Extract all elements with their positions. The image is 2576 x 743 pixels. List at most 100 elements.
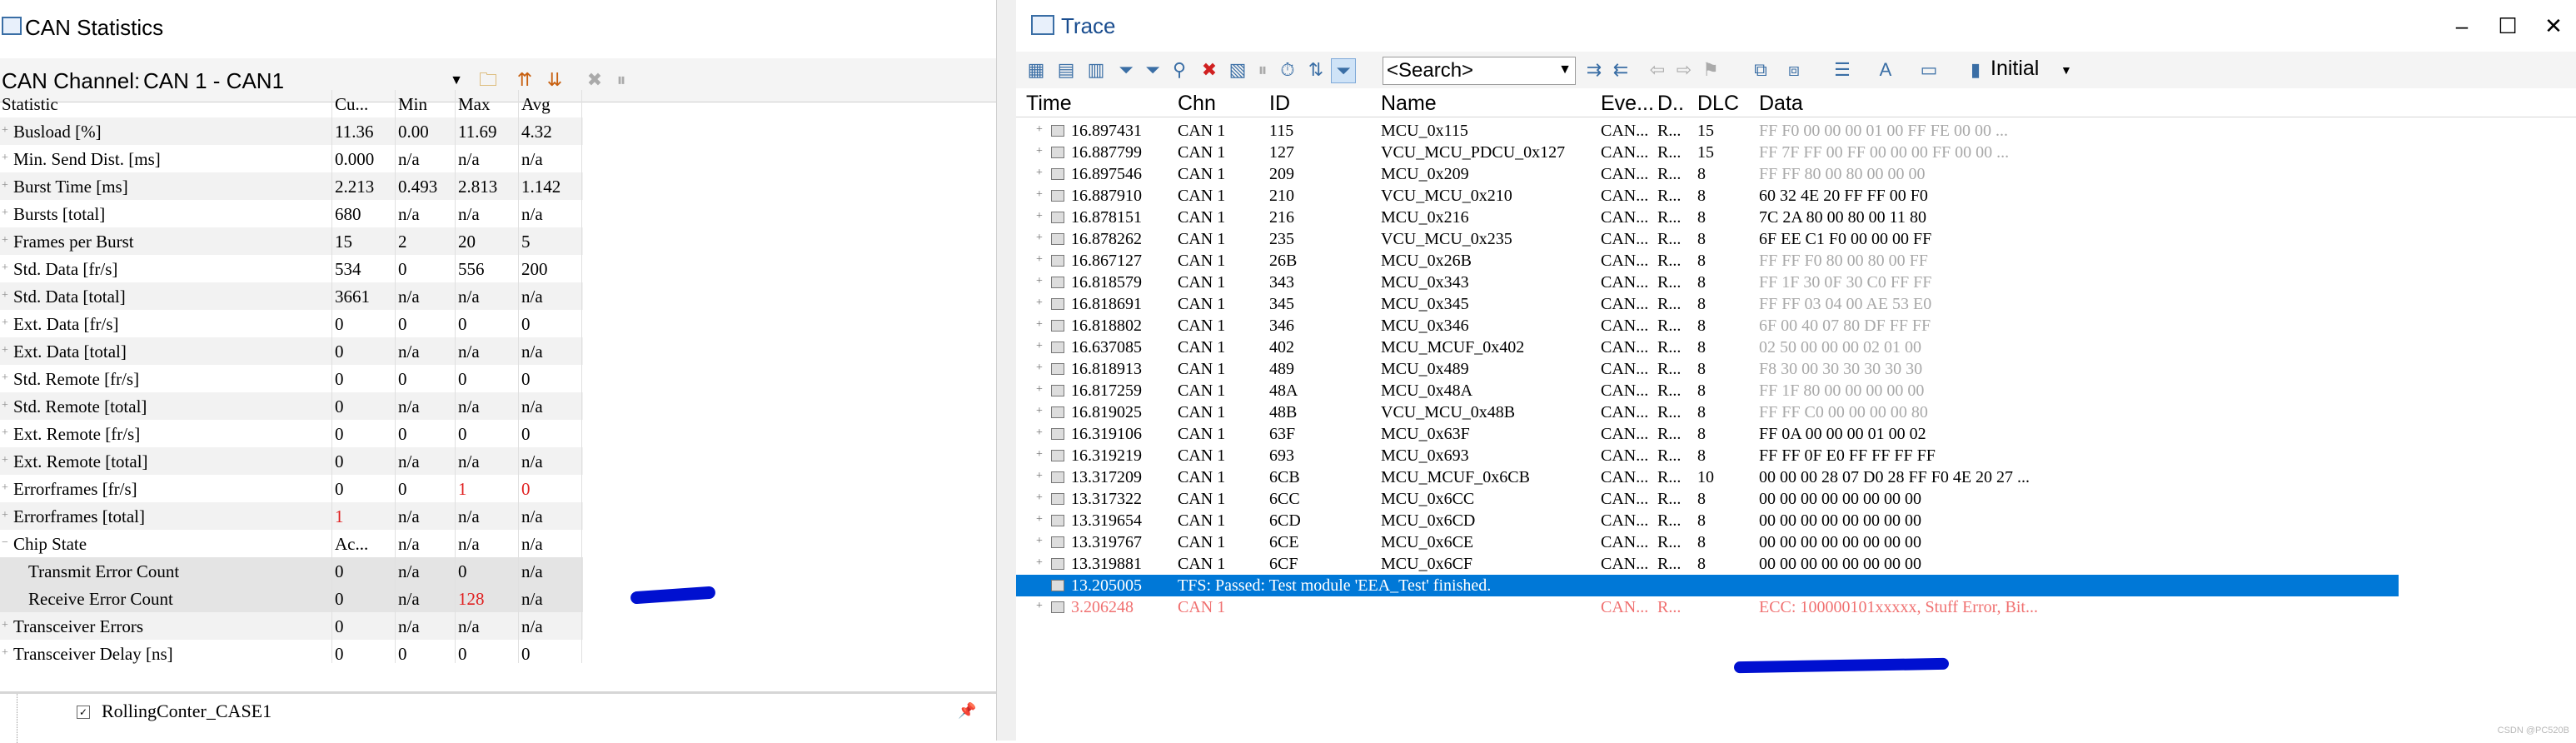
trace-row[interactable]: +16.887799 CAN 1 127 VCU_MCU_PDCU_0x127 CAN.…	[1016, 142, 2399, 163]
expand-icon[interactable]: +	[2, 317, 8, 330]
trace-row[interactable]: +16.818579 CAN 1 343 MCU_0x343 CAN... R... 8 FF…	[1016, 272, 2399, 293]
expand-icon[interactable]: +	[1036, 513, 1043, 526]
expand-icon[interactable]: +	[2, 207, 8, 220]
sort-icon[interactable]: ⇅	[1304, 58, 1328, 82]
statistics-row[interactable]: + Ext. Data [fr/s] 0 0 0 0	[0, 310, 583, 337]
font-size-icon[interactable]: A	[1874, 58, 1897, 82]
trace-row[interactable]: +16.637085 CAN 1 402 MCU_MCUF_0x402 CAN... R.…	[1016, 337, 2399, 358]
folder-icon[interactable]: 🗀	[476, 68, 500, 92]
expand-icon[interactable]: +	[1036, 470, 1043, 483]
expand-icon[interactable]: +	[1036, 426, 1043, 440]
trace-row[interactable]: +16.819025 CAN 1 48B VCU_MCU_0x48B CAN... R..…	[1016, 401, 2399, 423]
statistics-row[interactable]: + Std. Remote [total] 0 n/a n/a n/a	[0, 392, 583, 420]
trace-row-error[interactable]: +3.206248 CAN 1 CAN... R... ECC: 100000101xx…	[1016, 596, 2399, 618]
expand-icon[interactable]: +	[2, 344, 8, 357]
trace-row[interactable]: +13.317209 CAN 1 6CB MCU_MCUF_0x6CB CAN... R.…	[1016, 466, 2399, 488]
expand-icon[interactable]: +	[1036, 145, 1043, 158]
back-icon[interactable]: ⇦	[1646, 58, 1669, 82]
expand-icon[interactable]: +	[2, 619, 8, 632]
trace-row[interactable]: +16.818802 CAN 1 346 MCU_0x346 CAN... R... 8 6F…	[1016, 315, 2399, 337]
header-statistic[interactable]: Statistic	[2, 94, 58, 115]
expand-icon[interactable]: +	[1036, 448, 1043, 461]
expand-icon[interactable]: +	[1036, 340, 1043, 353]
pane-splitter[interactable]	[996, 0, 1018, 741]
columns-icon[interactable]: ☰	[1831, 58, 1854, 82]
statistics-row[interactable]: + Bursts [total] 680 n/a n/a n/a	[0, 200, 583, 227]
maximize-icon[interactable]: ☐	[2491, 12, 2524, 40]
header-name[interactable]: Name	[1381, 92, 1437, 116]
statistics-row[interactable]: + Frames per Burst 15 2 20 5	[0, 227, 583, 255]
expand-icon[interactable]: +	[1036, 232, 1043, 245]
checkbox-icon[interactable]: ✓	[77, 706, 90, 719]
expand-icon[interactable]: +	[2, 454, 8, 467]
trace-row[interactable]: +13.319881 CAN 1 6CF MCU_0x6CF CAN... R... 8 00…	[1016, 553, 2399, 575]
header-data[interactable]: Data	[1759, 92, 1803, 116]
expand-icon[interactable]: +	[2, 234, 8, 247]
trace-row[interactable]: +13.319654 CAN 1 6CD MCU_0x6CD CAN... R... 8 00…	[1016, 510, 2399, 531]
expand-icon[interactable]: +	[1036, 491, 1043, 505]
header-id[interactable]: ID	[1269, 92, 1290, 116]
detail-view-icon[interactable]: ▥	[1084, 58, 1108, 82]
statistics-row[interactable]: + Ext. Remote [fr/s] 0 0 0 0	[0, 420, 583, 447]
expand-icon[interactable]: +	[2, 509, 8, 522]
header-event[interactable]: Eve...	[1601, 92, 1654, 116]
statistics-row[interactable]: + Transceiver Delay [ns] 0 0 0 0	[0, 640, 583, 667]
trace-row-selected[interactable]: 13.205005 TFS: Passed: Test module 'EEA_T…	[1016, 575, 2399, 596]
expand-icon[interactable]: +	[1036, 123, 1043, 137]
expand-icon[interactable]: +	[2, 152, 8, 165]
pin-icon[interactable]: 📌	[958, 702, 976, 720]
search-forward-icon[interactable]: ⇉	[1582, 58, 1606, 82]
statistics-row[interactable]: + Busload [%] 11.36 0.00 11.69 4.32	[0, 117, 583, 145]
trace-row[interactable]: +13.319767 CAN 1 6CE MCU_0x6CE CAN... R... 8 00…	[1016, 531, 2399, 553]
header-avg[interactable]: Avg	[521, 94, 551, 115]
statistics-row[interactable]: + Min. Send Dist. [ms] 0.000 n/a n/a n/a	[0, 145, 583, 172]
header-chn[interactable]: Chn	[1178, 92, 1216, 116]
trace-row[interactable]: +16.867127 CAN 1 26B MCU_0x26B CAN... R... 8 FF…	[1016, 250, 2399, 272]
expand-icon[interactable]: +	[1036, 405, 1043, 418]
trace-row[interactable]: +16.319106 CAN 1 63F MCU_0x63F CAN... R... 8 FF…	[1016, 423, 2399, 445]
expand-icon[interactable]: +	[2, 399, 8, 412]
header-dlc[interactable]: DLC	[1697, 92, 1739, 116]
expand-icon[interactable]: +	[1036, 556, 1043, 570]
expand-icon[interactable]: +	[2, 124, 8, 137]
search-combobox[interactable]: <Search> ▼	[1383, 57, 1576, 85]
expand-icon[interactable]: +	[1036, 210, 1043, 223]
header-dir[interactable]: D..	[1657, 92, 1684, 116]
layout-icon[interactable]: ▭	[1917, 58, 1941, 82]
filter-edit-icon[interactable]: ⏷	[1141, 58, 1164, 82]
expand-icon[interactable]: +	[2, 646, 8, 660]
statistics-row[interactable]: + Ext. Remote [total] 0 n/a n/a n/a	[0, 447, 583, 475]
pause-icon[interactable]: ⏸	[1251, 58, 1274, 82]
statistics-row[interactable]: + Ext. Data [total] 0 n/a n/a n/a	[0, 337, 583, 365]
trace-row[interactable]: +16.817259 CAN 1 48A MCU_0x48A CAN... R... 8 FF…	[1016, 380, 2399, 401]
tree-item-rollingconter[interactable]: RollingConter_CASE1	[102, 701, 272, 722]
expand-icon[interactable]: +	[1036, 535, 1043, 548]
statistics-row[interactable]: + Errorframes [fr/s] 0 0 1 0	[0, 475, 583, 502]
expand-icon[interactable]: +	[2, 289, 8, 302]
expand-icon[interactable]: +	[2, 372, 8, 385]
marker-icon[interactable]: ⚑	[1699, 58, 1722, 82]
view-config-icon[interactable]: ▮	[1964, 58, 1987, 82]
expand-icon[interactable]: +	[1036, 362, 1043, 375]
statistics-row[interactable]: + Transceiver Errors 0 n/a n/a n/a	[0, 612, 583, 640]
clear-filter-icon[interactable]: ▧	[1226, 58, 1249, 82]
statistics-row[interactable]: + Std. Data [fr/s] 534 0 556 200	[0, 255, 583, 282]
header-min[interactable]: Min	[398, 94, 427, 115]
binoculars-icon[interactable]: ⚲	[1168, 58, 1191, 82]
expand-icon[interactable]: +	[1036, 297, 1043, 310]
trace-row[interactable]: +16.897546 CAN 1 209 MCU_0x209 CAN... R... 8 FF…	[1016, 163, 2399, 185]
header-time[interactable]: Time	[1026, 92, 1072, 116]
header-current[interactable]: Cu...	[335, 94, 368, 115]
expand-all-icon[interactable]: ⇈	[513, 68, 536, 92]
expand-icon[interactable]: +	[1036, 167, 1043, 180]
trace-row[interactable]: +13.317322 CAN 1 6CC MCU_0x6CC CAN... R... 8 00…	[1016, 488, 2399, 510]
expand-icon[interactable]: +	[2, 179, 8, 192]
view-config-label[interactable]: Initial	[1991, 57, 2039, 81]
close-icon[interactable]: ✕	[2537, 12, 2570, 40]
collapse-icon[interactable]: −	[2, 536, 8, 550]
filter-icon[interactable]: ⏷	[1114, 58, 1138, 82]
export-icon[interactable]: ⧈	[1782, 58, 1806, 82]
expand-icon[interactable]: +	[1036, 188, 1043, 202]
expand-icon[interactable]: +	[1036, 318, 1043, 332]
search-backward-icon[interactable]: ⇇	[1609, 58, 1632, 82]
